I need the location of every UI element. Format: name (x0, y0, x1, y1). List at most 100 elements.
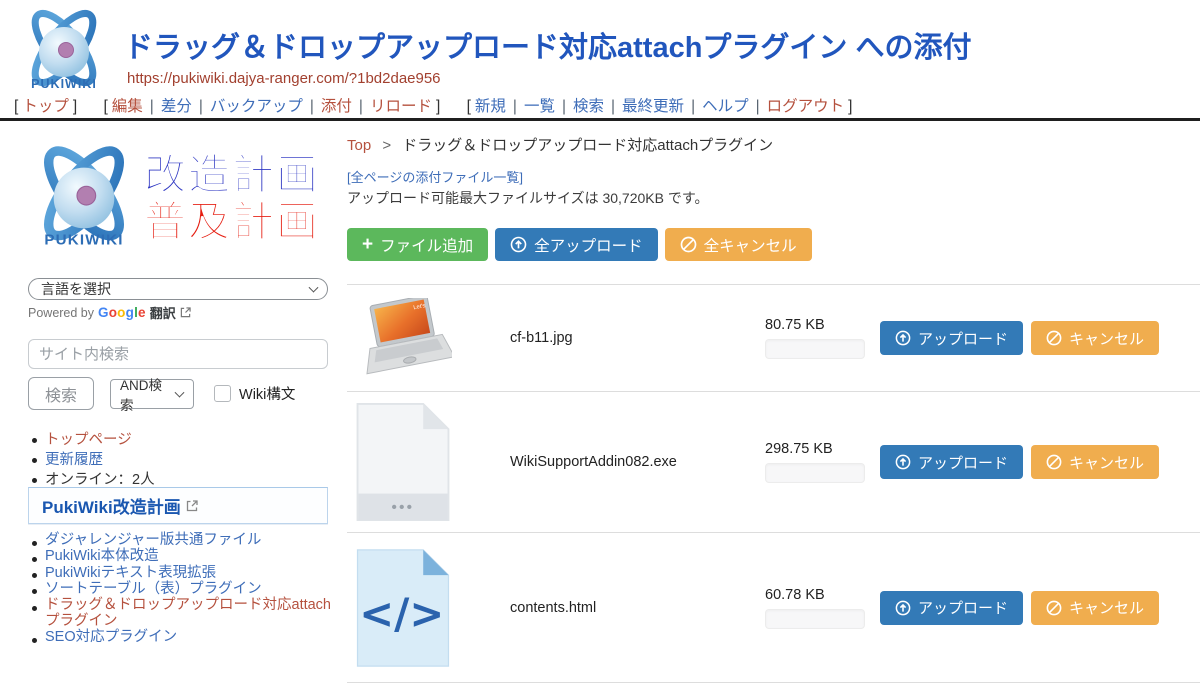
nav-item-reload[interactable]: リロード (370, 98, 432, 115)
file-size-cell: 80.75 KB (757, 317, 875, 359)
sidebar-item-common-files[interactable]: ダジャレンジャー版共通ファイル (45, 532, 261, 548)
file-thumbnail-cell: Let's (347, 298, 510, 378)
upload-circle-icon (510, 236, 527, 253)
upload-progress-bar (765, 339, 865, 359)
generic-file-icon (355, 401, 451, 523)
file-name: cf-b11.jpg (510, 330, 757, 346)
file-size: 60.78 KB (765, 587, 875, 603)
list-item: ドラッグ＆ドロップアップロード対応attachプラグイン (28, 598, 333, 630)
upload-button[interactable]: アップロード (880, 591, 1023, 625)
upload-button[interactable]: アップロード (880, 321, 1023, 355)
upload-circle-icon (895, 600, 911, 616)
upload-all-button[interactable]: 全アップロード (495, 228, 658, 261)
svg-text:PUKIWIKI: PUKIWIKI (44, 232, 123, 249)
row-actions: アップロード キャンセル (875, 321, 1159, 355)
cancel-button[interactable]: キャンセル (1031, 321, 1159, 355)
search-controls: 検索 AND検索 Wiki構文 (28, 377, 295, 410)
nav-group-top: [トップ] (10, 98, 81, 115)
nav-item-recent[interactable]: 最終更新 (622, 98, 684, 115)
external-link-icon (186, 500, 198, 512)
file-thumbnail-cell: </> (347, 547, 510, 669)
nav-group-page: [編集|差分|バックアップ|添付|リロード] (99, 98, 444, 115)
sidebar-item-core-mods[interactable]: PukiWiki本体改造 (45, 548, 159, 564)
chevron-down-icon (175, 387, 185, 397)
sidebar-logo-line1: 改造計画 (144, 151, 320, 198)
upload-toolbar: + ファイル追加 全アップロード 全キャンセル (347, 228, 812, 261)
atom-logo-icon: PUKIWIKI (28, 139, 140, 257)
sidebar-item-text-ext[interactable]: PukiWikiテキスト表現拡張 (45, 565, 216, 581)
sidebar-logo-line2: 普及計画 (144, 198, 320, 245)
file-thumbnail-cell (347, 401, 510, 523)
laptop-photo-thumbnail: Let's (355, 298, 452, 378)
file-size: 80.75 KB (765, 317, 875, 333)
svg-text:</>: </> (359, 589, 444, 638)
upload-file-table: Let's cf-b11.jpg 80.75 KB アップロード キャンセル (347, 284, 1200, 683)
nav-item-search[interactable]: 検索 (573, 98, 604, 115)
site-search-input[interactable] (28, 339, 328, 369)
sidebar-item-online-count: オンライン：2人 (45, 472, 155, 488)
sidebar-item-sort-table[interactable]: ソートテーブル（表）プラグイン (45, 581, 262, 597)
breadcrumb: Top > ドラッグ＆ドロップアップロード対応attachプラグイン (347, 134, 773, 155)
page-title: ドラッグ＆ドロップアップロード対応attachプラグイン への添付 (124, 24, 971, 66)
add-files-button[interactable]: + ファイル追加 (347, 228, 488, 261)
cancel-button[interactable]: キャンセル (1031, 445, 1159, 479)
list-item: 更新履歴 (28, 450, 155, 470)
table-row: Let's cf-b11.jpg 80.75 KB アップロード キャンセル (347, 285, 1200, 392)
sidebar-item-dnd-attach[interactable]: ドラッグ＆ドロップアップロード対応attachプラグイン (45, 597, 331, 629)
file-size-cell: 298.75 KB (757, 441, 875, 483)
sidebar-item-seo-plugin[interactable]: SEO対応プラグイン (45, 629, 177, 645)
file-size: 298.75 KB (765, 441, 875, 457)
max-upload-size-text: アップロード可能最大ファイルサイズは 30,720KB です。 (347, 188, 708, 208)
sidebar-item-toppage[interactable]: トップページ (45, 432, 132, 448)
nav-item-help[interactable]: ヘルプ (702, 98, 749, 115)
nav-item-list[interactable]: 一覧 (524, 98, 555, 115)
list-item: PukiWikiテキスト表現拡張 (28, 566, 333, 582)
nav-group-site: [新規|一覧|検索|最終更新|ヘルプ|ログアウト] (463, 98, 857, 115)
nav-item-edit[interactable]: 編集 (112, 98, 143, 115)
search-button[interactable]: 検索 (28, 377, 94, 410)
wiki-syntax-checkbox[interactable] (214, 385, 231, 402)
list-item: トップページ (28, 430, 155, 450)
sidebar-item-recent-changes[interactable]: 更新履歴 (45, 452, 103, 468)
file-name: WikiSupportAddin082.exe (510, 454, 757, 470)
plus-icon: + (362, 235, 373, 254)
nav-item-attach[interactable]: 添付 (321, 98, 352, 115)
nav-item-new[interactable]: 新規 (475, 98, 506, 115)
upload-circle-icon (895, 454, 911, 470)
atom-logo-icon: PUKIWIKI (16, 4, 112, 100)
pukiwiki-logo[interactable]: PUKIWIKI (16, 4, 112, 100)
list-item: SEO対応プラグイン (28, 630, 333, 646)
translate-link[interactable]: 翻訳 (150, 303, 176, 322)
list-item: ソートテーブル（表）プラグイン (28, 582, 333, 598)
page-url[interactable]: https://pukiwiki.dajya-ranger.com/?1bd2d… (127, 70, 441, 87)
cancel-circle-icon (1046, 330, 1062, 346)
upload-button[interactable]: アップロード (880, 445, 1023, 479)
google-logo: Google (98, 305, 146, 320)
list-item: PukiWiki本体改造 (28, 549, 333, 565)
cancel-circle-icon (680, 236, 697, 253)
top-navigation: [トップ] [編集|差分|バックアップ|添付|リロード] [新規|一覧|検索|最… (0, 94, 1200, 121)
cancel-all-button[interactable]: 全キャンセル (665, 228, 812, 261)
chevron-down-icon (309, 283, 319, 293)
cancel-circle-icon (1046, 600, 1062, 616)
cancel-circle-icon (1046, 454, 1062, 470)
project-link[interactable]: PukiWiki改造計画 (42, 493, 181, 518)
sidebar-site-logo[interactable]: PUKIWIKI 改造計画 普及計画 (28, 132, 320, 264)
breadcrumb-root-link[interactable]: Top (347, 137, 371, 154)
all-pages-attachment-list-link[interactable]: [全ページの添付ファイル一覧] (347, 167, 523, 186)
nav-item-diff[interactable]: 差分 (161, 98, 192, 115)
sidebar-quick-links: トップページ 更新履歴 オンライン：2人 (28, 430, 155, 490)
project-link-box[interactable]: PukiWiki改造計画 (28, 487, 328, 524)
google-translate-attribution: Powered by Google 翻訳 (28, 303, 191, 322)
cancel-button[interactable]: キャンセル (1031, 591, 1159, 625)
breadcrumb-current: ドラッグ＆ドロップアップロード対応attachプラグイン (402, 137, 773, 154)
table-row: </> contents.html 60.78 KB アップロード キャンセル (347, 533, 1200, 683)
language-select[interactable]: 言語を選択 (28, 278, 328, 300)
external-link-icon (180, 307, 191, 318)
nav-item-backup[interactable]: バックアップ (210, 98, 303, 115)
search-mode-select[interactable]: AND検索 (110, 379, 194, 409)
upload-progress-bar (765, 609, 865, 629)
nav-item-top[interactable]: トップ (22, 98, 69, 115)
nav-item-logout[interactable]: ログアウト (767, 98, 845, 115)
file-size-cell: 60.78 KB (757, 587, 875, 629)
